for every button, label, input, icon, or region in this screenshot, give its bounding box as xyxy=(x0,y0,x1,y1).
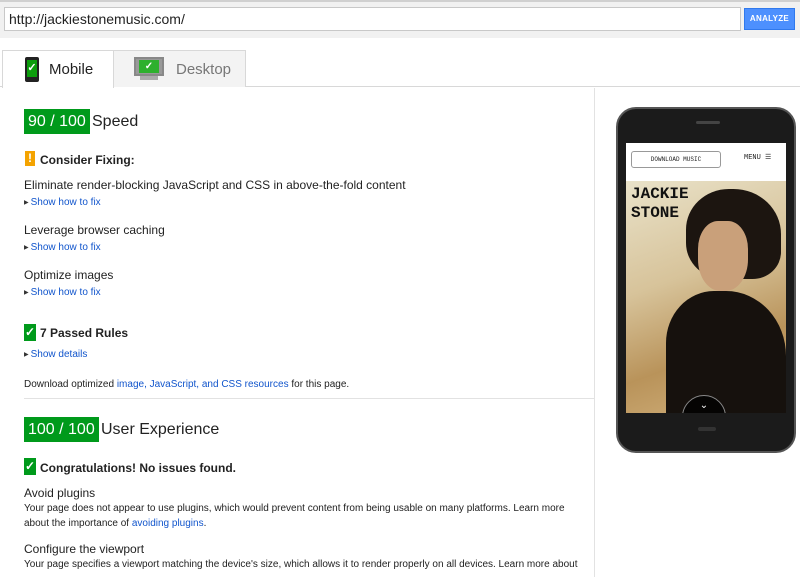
plugins-period: . xyxy=(203,518,207,529)
rule-title-caching: Leverage browser caching xyxy=(24,223,165,237)
ux-score-badge: 100 / 100 xyxy=(24,417,99,442)
download-text-prefix: Download optimized xyxy=(24,379,117,390)
congratulations-heading: Congratulations! No issues found. xyxy=(40,461,237,475)
show-how-to-fix-link-1[interactable]: ▶ Show how to fix xyxy=(24,197,101,208)
site-menu-label: MENU ☰ xyxy=(744,154,772,162)
download-resources-link[interactable]: image, JavaScript, and CSS resources xyxy=(117,379,289,390)
artist-name-vertical: JACKIE STONE xyxy=(631,185,689,222)
monitor-check-icon: ✓ xyxy=(134,57,164,81)
configure-viewport-text: Your page specifies a viewport matching … xyxy=(24,559,578,570)
expand-triangle-icon: ▶ xyxy=(24,200,29,206)
expand-triangle-icon: ▶ xyxy=(24,245,29,251)
avoiding-plugins-link[interactable]: avoiding plugins xyxy=(132,518,204,529)
rule-title-images: Optimize images xyxy=(24,268,114,282)
plugins-description: Your page does not appear to use plugins… xyxy=(24,503,565,529)
phone-check-icon: ✓ xyxy=(25,57,39,82)
device-tabs: ✓ Mobile ✓ Desktop xyxy=(0,50,800,88)
avoid-plugins-title: Avoid plugins xyxy=(24,486,96,500)
speed-score-badge: 90 / 100 xyxy=(24,109,90,134)
warning-icon: ! xyxy=(25,151,35,166)
tab-desktop[interactable]: ✓ Desktop xyxy=(113,50,246,87)
expand-triangle-icon: ▶ xyxy=(24,290,29,296)
artist-face xyxy=(698,221,748,291)
phone-speaker xyxy=(696,121,720,124)
speed-title: Speed xyxy=(92,113,139,130)
check-icon: ✓ xyxy=(24,458,36,475)
show-how-to-fix-label: Show how to fix xyxy=(30,287,101,298)
section-divider xyxy=(24,398,594,399)
artist-shoulders xyxy=(666,291,786,413)
url-bar: ANALYZE xyxy=(0,0,800,38)
configure-viewport-title: Configure the viewport xyxy=(24,542,145,556)
download-optimized-text: Download optimized image, JavaScript, an… xyxy=(24,377,349,392)
download-music-button: DOWNLOAD MUSIC xyxy=(631,151,721,168)
analyze-button[interactable]: ANALYZE xyxy=(744,8,795,30)
artist-photo: JACKIE STONE ⌄ xyxy=(626,181,786,413)
mobile-preview-phone: DOWNLOAD MUSIC MENU ☰ JACKIE STONE ⌄ xyxy=(616,107,796,453)
passed-rules-heading[interactable]: 7 Passed Rules xyxy=(40,326,128,340)
show-details-link[interactable]: ▶ Show details xyxy=(24,349,87,360)
mobile-preview-screen: DOWNLOAD MUSIC MENU ☰ JACKIE STONE ⌄ xyxy=(626,143,786,413)
avoid-plugins-text: Your page does not appear to use plugins… xyxy=(24,501,584,531)
expand-triangle-icon: ▶ xyxy=(24,352,29,358)
show-how-to-fix-label: Show how to fix xyxy=(30,242,101,253)
show-how-to-fix-link-2[interactable]: ▶ Show how to fix xyxy=(24,242,101,253)
ux-title: User Experience xyxy=(101,421,220,438)
show-details-label: Show details xyxy=(30,349,88,360)
show-how-to-fix-link-3[interactable]: ▶ Show how to fix xyxy=(24,287,101,298)
tab-mobile[interactable]: ✓ Mobile xyxy=(2,50,114,88)
phone-home-bar xyxy=(698,427,716,431)
rule-title-render-blocking: Eliminate render-blocking JavaScript and… xyxy=(24,178,406,192)
results-panel: 90 / 100 Speed ! Consider Fixing: Elimin… xyxy=(0,88,594,577)
consider-fixing-heading: Consider Fixing: xyxy=(40,153,135,167)
tab-desktop-label: Desktop xyxy=(176,60,232,78)
tab-mobile-label: Mobile xyxy=(49,61,94,78)
show-how-to-fix-label: Show how to fix xyxy=(30,197,101,208)
download-text-suffix: for this page. xyxy=(288,379,350,390)
check-icon: ✓ xyxy=(24,324,36,341)
url-input[interactable] xyxy=(4,7,741,31)
site-header: DOWNLOAD MUSIC MENU ☰ xyxy=(626,143,786,181)
panel-divider xyxy=(594,88,595,577)
